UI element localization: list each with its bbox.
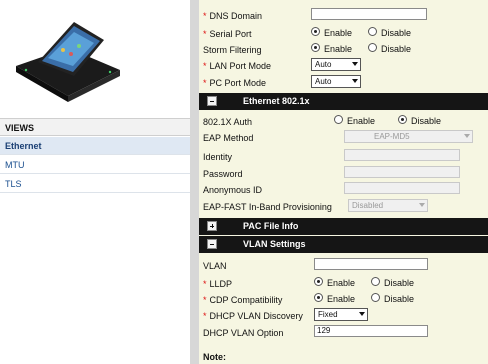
serial-port-row: * Serial Port Enable Disable (203, 26, 485, 43)
chevron-down-icon (352, 79, 358, 83)
dhcp-vlan-option-input[interactable]: 129 (314, 325, 428, 337)
views-header: VIEWS (0, 118, 190, 136)
chevron-down-icon (419, 203, 425, 207)
storm-filtering-enable-radio[interactable] (311, 43, 320, 52)
anonymous-id-label: Anonymous ID (203, 185, 263, 195)
eap-fast-label: EAP-FAST In-Band Provisioning (203, 202, 332, 212)
lldp-row: * LLDP Enable Disable (203, 276, 485, 293)
password-input[interactable] (344, 166, 460, 178)
lldp-disable-label: Disable (384, 278, 415, 288)
chevron-down-icon (464, 134, 470, 138)
dhcp-vlan-discovery-label: * DHCP VLAN Discovery (203, 311, 303, 321)
8021x-auth-enable-label: Enable (347, 116, 376, 126)
cdp-label: * CDP Compatibility (203, 295, 283, 305)
vlan-input[interactable] (314, 258, 428, 270)
conference-phone-image (16, 22, 120, 102)
storm-filtering-enable-label: Enable (324, 44, 353, 54)
ethernet-8021x-section-header[interactable]: Ethernet 802.1x (199, 93, 488, 110)
eap-method-label: EAP Method (203, 133, 254, 143)
expand-icon[interactable] (207, 221, 217, 231)
dhcp-vlan-discovery-row: * DHCP VLAN Discovery Fixed (203, 308, 485, 325)
lldp-disable-radio[interactable] (371, 277, 380, 286)
sidebar-item-mtu[interactable]: MTU (0, 156, 190, 174)
pc-port-mode-select[interactable]: Auto (311, 75, 361, 88)
lan-port-mode-row: * LAN Port Mode Auto (203, 58, 485, 75)
dns-domain-input[interactable] (311, 8, 427, 20)
storm-filtering-disable-radio[interactable] (368, 43, 377, 52)
vlan-row: VLAN (203, 258, 485, 275)
eap-method-row: EAP Method EAP-MD5 (203, 130, 485, 147)
serial-port-disable-label: Disable (381, 28, 412, 38)
sidebar: VIEWS Ethernet MTU TLS (0, 0, 190, 364)
chevron-down-icon (352, 62, 358, 66)
identity-input[interactable] (344, 149, 460, 161)
dhcp-vlan-option-row: DHCP VLAN Option 129 (203, 325, 485, 342)
eap-fast-select[interactable]: Disabled (348, 199, 428, 212)
8021x-auth-row: 802.1X Auth Enable Disable (203, 114, 485, 131)
sidebar-item-ethernet[interactable]: Ethernet (0, 137, 190, 155)
vlan-settings-title: VLAN Settings (243, 239, 306, 249)
collapse-icon[interactable] (207, 96, 217, 106)
dns-domain-row: * DNS Domain (203, 8, 485, 25)
serial-port-disable-radio[interactable] (368, 27, 377, 36)
cdp-row: * CDP Compatibility Enable Disable (203, 292, 485, 309)
eap-fast-row: EAP-FAST In-Band Provisioning Disabled (203, 199, 485, 216)
sidebar-item-tls[interactable]: TLS (0, 175, 190, 193)
pac-file-info-title: PAC File Info (243, 221, 299, 231)
pc-port-mode-row: * PC Port Mode Auto (203, 75, 485, 92)
dhcp-vlan-option-label: DHCP VLAN Option (203, 328, 284, 338)
ethernet-8021x-title: Ethernet 802.1x (243, 96, 310, 106)
chevron-down-icon (359, 312, 365, 316)
anonymous-id-row: Anonymous ID (203, 182, 485, 199)
storm-filtering-row: Storm Filtering Enable Disable (203, 42, 485, 59)
serial-port-enable-label: Enable (324, 28, 353, 38)
8021x-auth-disable-radio[interactable] (398, 115, 407, 124)
cdp-enable-label: Enable (327, 294, 356, 304)
anonymous-id-input[interactable] (344, 182, 460, 194)
lan-port-mode-label: * LAN Port Mode (203, 61, 272, 71)
ethernet-settings-form: * DNS Domain * Serial Port Enable Disable … (199, 0, 488, 364)
identity-row: Identity (203, 149, 485, 166)
lldp-label: * LLDP (203, 279, 233, 289)
pc-port-mode-label: * PC Port Mode (203, 78, 267, 88)
identity-label: Identity (203, 152, 233, 162)
storm-filtering-label: Storm Filtering (203, 45, 262, 55)
collapse-icon[interactable] (207, 239, 217, 249)
serial-port-enable-radio[interactable] (311, 27, 320, 36)
pac-file-info-section-header[interactable]: PAC File Info (199, 218, 488, 235)
password-row: Password (203, 166, 485, 183)
panel-divider (190, 0, 199, 364)
8021x-auth-disable-label: Disable (411, 116, 442, 126)
serial-port-label: * Serial Port (203, 29, 252, 39)
8021x-auth-label: 802.1X Auth (203, 117, 253, 127)
cdp-disable-label: Disable (384, 294, 415, 304)
storm-filtering-disable-label: Disable (381, 44, 412, 54)
note-label: Note: (203, 352, 226, 362)
8021x-auth-enable-radio[interactable] (334, 115, 343, 124)
dhcp-vlan-discovery-select[interactable]: Fixed (314, 308, 368, 321)
lldp-enable-radio[interactable] (314, 277, 323, 286)
lan-port-mode-select[interactable]: Auto (311, 58, 361, 71)
vlan-settings-section-header[interactable]: VLAN Settings (199, 236, 488, 253)
vlan-label: VLAN (203, 261, 227, 271)
cdp-enable-radio[interactable] (314, 293, 323, 302)
cdp-disable-radio[interactable] (371, 293, 380, 302)
password-label: Password (203, 169, 243, 179)
dns-domain-label: * DNS Domain (203, 11, 263, 21)
eap-method-select[interactable]: EAP-MD5 (344, 130, 473, 143)
lldp-enable-label: Enable (327, 278, 356, 288)
